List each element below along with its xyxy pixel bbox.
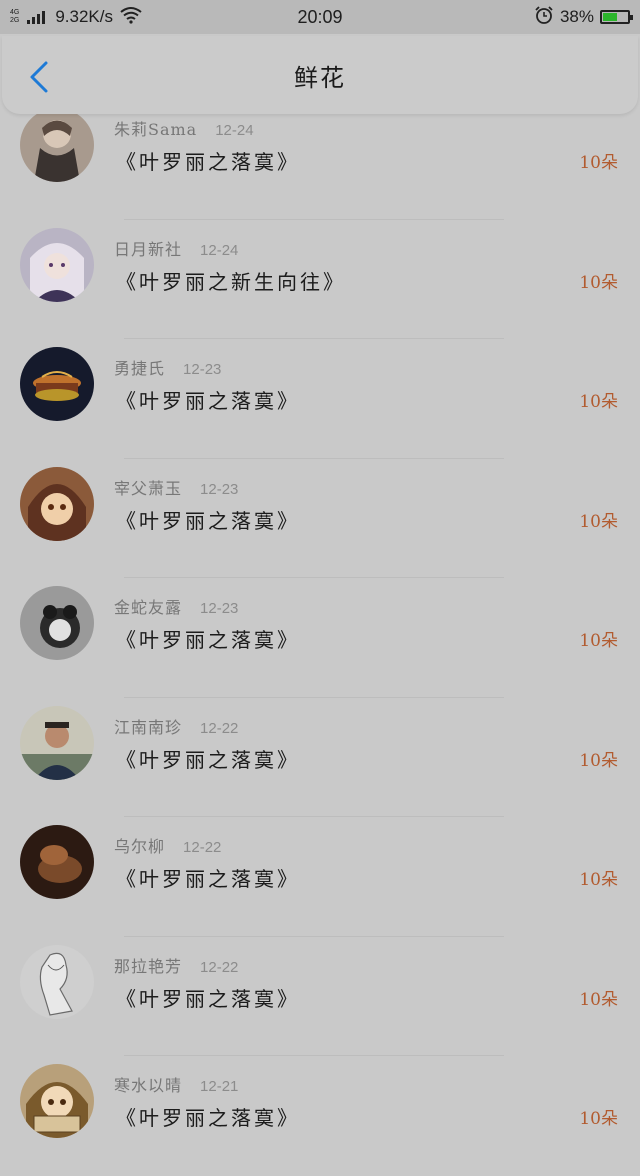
book-title[interactable]: 《叶罗丽之新生向往》 <box>116 266 346 295</box>
battery-percent: 38% <box>559 7 594 26</box>
item-date: 12-22 <box>200 719 239 737</box>
avatar[interactable] <box>20 944 94 1019</box>
item-meta: 勇捷氏 12-23 <box>114 355 221 379</box>
flower-count: 10朵 <box>579 989 618 1010</box>
item-date: 12-22 <box>200 958 239 976</box>
network-bottom: 2G <box>10 17 20 24</box>
flower-count: 10朵 <box>579 511 618 532</box>
network-top: 4G <box>10 9 20 16</box>
book-title[interactable]: 《叶罗丽之落寞》 <box>116 505 300 534</box>
list-item[interactable]: 乌尔柳 12-22 《叶罗丽之落寞》 10朵 <box>0 817 640 937</box>
list-item[interactable]: 日月新社 12-24 《叶罗丽之新生向往》 10朵 <box>0 220 640 339</box>
list-item[interactable]: 江南南珍 12-22 《叶罗丽之落寞》 10朵 <box>0 698 640 817</box>
item-meta: 那拉艳芳 12-22 <box>114 953 238 977</box>
user-name[interactable]: 日月新社 <box>114 236 182 260</box>
user-name[interactable]: 朱莉Sama <box>114 116 197 140</box>
user-name[interactable]: 宰父萧玉 <box>114 475 182 499</box>
flower-count: 10朵 <box>579 1109 618 1129</box>
avatar[interactable] <box>20 825 94 899</box>
item-date: 12-23 <box>200 600 239 617</box>
book-title[interactable]: 《叶罗丽之落寞》 <box>116 385 300 414</box>
avatar[interactable] <box>20 1064 94 1138</box>
item-date: 12-22 <box>183 839 222 856</box>
avatar[interactable] <box>20 108 94 182</box>
item-date: 12-24 <box>200 241 239 259</box>
list-item[interactable]: 寒水以晴 12-21 《叶罗丽之落寞》 10朵 <box>0 1056 640 1176</box>
user-name[interactable]: 金蛇友露 <box>114 594 182 618</box>
user-name[interactable]: 乌尔柳 <box>114 833 165 857</box>
wifi-icon <box>119 6 143 29</box>
avatar[interactable] <box>20 705 94 780</box>
flower-count: 10朵 <box>579 750 618 771</box>
list-item[interactable]: 朱莉Sama 12-24 《叶罗丽之落寞》 10朵 <box>0 100 640 220</box>
user-name[interactable]: 勇捷氏 <box>114 355 165 379</box>
network-type: 4G 2G <box>10 9 19 25</box>
list-item[interactable]: 金蛇友露 12-23 《叶罗丽之落寞》 10朵 <box>0 578 640 698</box>
item-meta: 朱莉Sama 12-24 <box>114 116 254 140</box>
signal-icon <box>27 10 46 24</box>
item-meta: 江南南珍 12-22 <box>114 714 238 738</box>
book-title[interactable]: 《叶罗丽之落寞》 <box>116 983 300 1012</box>
flower-count: 10朵 <box>579 392 618 412</box>
alarm-icon <box>534 5 554 30</box>
avatar[interactable] <box>20 586 94 660</box>
book-title[interactable]: 《叶罗丽之落寞》 <box>116 744 300 773</box>
item-date: 12-24 <box>215 122 254 139</box>
avatar[interactable] <box>20 466 94 541</box>
book-title[interactable]: 《叶罗丽之落寞》 <box>116 1102 300 1131</box>
book-title[interactable]: 《叶罗丽之落寞》 <box>116 146 300 175</box>
nav-bar: 鲜花 <box>2 36 638 114</box>
flower-count: 10朵 <box>579 153 618 173</box>
item-date: 12-23 <box>200 480 239 498</box>
book-title[interactable]: 《叶罗丽之落寞》 <box>116 863 300 892</box>
avatar[interactable] <box>20 347 94 421</box>
flower-count: 10朵 <box>579 272 618 293</box>
user-name[interactable]: 寒水以晴 <box>114 1072 182 1096</box>
item-meta: 日月新社 12-24 <box>114 236 238 260</box>
network-speed: 9.32K/s <box>55 7 113 26</box>
list-item[interactable]: 那拉艳芳 12-22 《叶罗丽之落寞》 10朵 <box>0 937 640 1056</box>
book-title[interactable]: 《叶罗丽之落寞》 <box>116 624 300 653</box>
list-item[interactable]: 宰父萧玉 12-23 《叶罗丽之落寞》 10朵 <box>0 459 640 578</box>
item-date: 12-23 <box>183 361 222 378</box>
status-left: 4G 2G 9.32K/s <box>10 6 143 29</box>
item-date: 12-21 <box>200 1078 239 1095</box>
page-title: 鲜花 <box>294 63 346 92</box>
item-meta: 宰父萧玉 12-23 <box>114 475 238 499</box>
battery-icon <box>600 10 633 24</box>
flower-count: 10朵 <box>579 870 618 890</box>
item-meta: 乌尔柳 12-22 <box>114 833 221 857</box>
item-meta: 寒水以晴 12-21 <box>114 1072 238 1096</box>
flower-count: 10朵 <box>579 631 618 651</box>
back-button[interactable] <box>24 60 54 94</box>
item-meta: 金蛇友露 12-23 <box>114 594 238 618</box>
status-right: 38% <box>534 5 633 30</box>
user-name[interactable]: 江南南珍 <box>114 714 182 738</box>
avatar[interactable] <box>20 227 94 302</box>
user-name[interactable]: 那拉艳芳 <box>114 953 182 977</box>
status-bar: 4G 2G 9.32K/s 20:09 38% <box>0 0 640 34</box>
list-item[interactable]: 勇捷氏 12-23 《叶罗丽之落寞》 10朵 <box>0 339 640 459</box>
chevron-left-icon <box>30 61 48 93</box>
gift-list[interactable]: 朱莉Sama 12-24 《叶罗丽之落寞》 10朵 日月新社 12-24 《叶罗… <box>0 100 640 1176</box>
